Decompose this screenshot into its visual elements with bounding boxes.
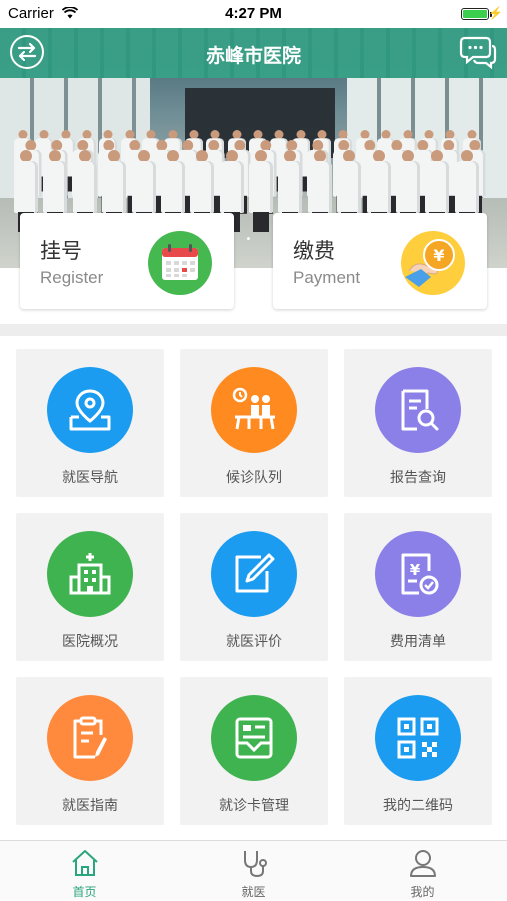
register-title: 挂号 xyxy=(40,239,82,263)
home-icon xyxy=(72,850,98,876)
chat-bubbles-icon[interactable] xyxy=(459,34,497,70)
tab-label: 我的 xyxy=(410,885,435,899)
register-card[interactable]: 挂号 Register xyxy=(20,213,234,309)
coin-payment-icon: ¥ xyxy=(401,231,465,295)
tab-medical[interactable]: 就医 xyxy=(169,841,338,901)
map-pin-icon xyxy=(47,367,133,453)
stethoscope-icon xyxy=(244,851,267,878)
tile-label: 就医指南 xyxy=(62,798,118,814)
tile-label: 就诊卡管理 xyxy=(219,798,289,814)
tile-label: 我的二维码 xyxy=(383,798,453,814)
register-subtitle: Register xyxy=(40,268,104,287)
tile-qr-code[interactable]: 我的二维码 xyxy=(344,677,492,825)
tile-navigation[interactable]: 就医导航 xyxy=(16,349,164,497)
nav-header: 赤峰市医院 xyxy=(0,28,507,78)
calendar-icon xyxy=(148,231,212,295)
tile-label: 候诊队列 xyxy=(226,470,282,486)
tab-home[interactable]: 首页 xyxy=(0,841,169,901)
guide-clipboard-icon xyxy=(47,695,133,781)
report-search-icon xyxy=(375,367,461,453)
tile-medical-card[interactable]: 就诊卡管理 xyxy=(180,677,328,825)
tile-guide[interactable]: 就医指南 xyxy=(16,677,164,825)
tile-label: 就医评价 xyxy=(226,634,282,650)
payment-card[interactable]: 缴费 Payment ¥ xyxy=(273,213,487,309)
status-bar: Carrier 4:27 PM ⚡ xyxy=(0,0,507,28)
payment-title: 缴费 xyxy=(293,239,335,263)
bottom-tab-bar: 首页 就医 我的 xyxy=(0,840,507,900)
svg-text:¥: ¥ xyxy=(433,246,444,265)
payment-subtitle: Payment xyxy=(293,268,361,287)
battery-icon xyxy=(461,8,489,20)
clock: 4:27 PM xyxy=(225,5,282,22)
tile-hospital-overview[interactable]: 医院概况 xyxy=(16,513,164,661)
section-divider xyxy=(0,324,507,336)
tile-label: 就医导航 xyxy=(62,470,118,486)
charging-icon: ⚡ xyxy=(488,6,503,20)
tile-report-search[interactable]: 报告查询 xyxy=(344,349,492,497)
waiting-queue-icon xyxy=(211,367,297,453)
bill-list-icon: ¥ xyxy=(375,531,461,617)
medical-card-icon xyxy=(211,695,297,781)
tile-label: 医院概况 xyxy=(62,634,118,650)
tab-profile[interactable]: 我的 xyxy=(338,841,507,901)
qr-code-icon xyxy=(375,695,461,781)
user-icon xyxy=(410,850,436,877)
tab-label: 就医 xyxy=(241,885,266,899)
tile-waiting-queue[interactable]: 候诊队列 xyxy=(180,349,328,497)
tile-label: 费用清单 xyxy=(390,634,446,650)
hospital-building-icon xyxy=(47,531,133,617)
tile-label: 报告查询 xyxy=(390,470,446,486)
svg-text:¥: ¥ xyxy=(410,561,421,579)
tile-bill-list[interactable]: ¥ 费用清单 xyxy=(344,513,492,661)
edit-review-icon xyxy=(211,531,297,617)
page-title: 赤峰市医院 xyxy=(205,45,301,67)
tab-label: 首页 xyxy=(72,885,97,899)
tile-review[interactable]: 就医评价 xyxy=(180,513,328,661)
